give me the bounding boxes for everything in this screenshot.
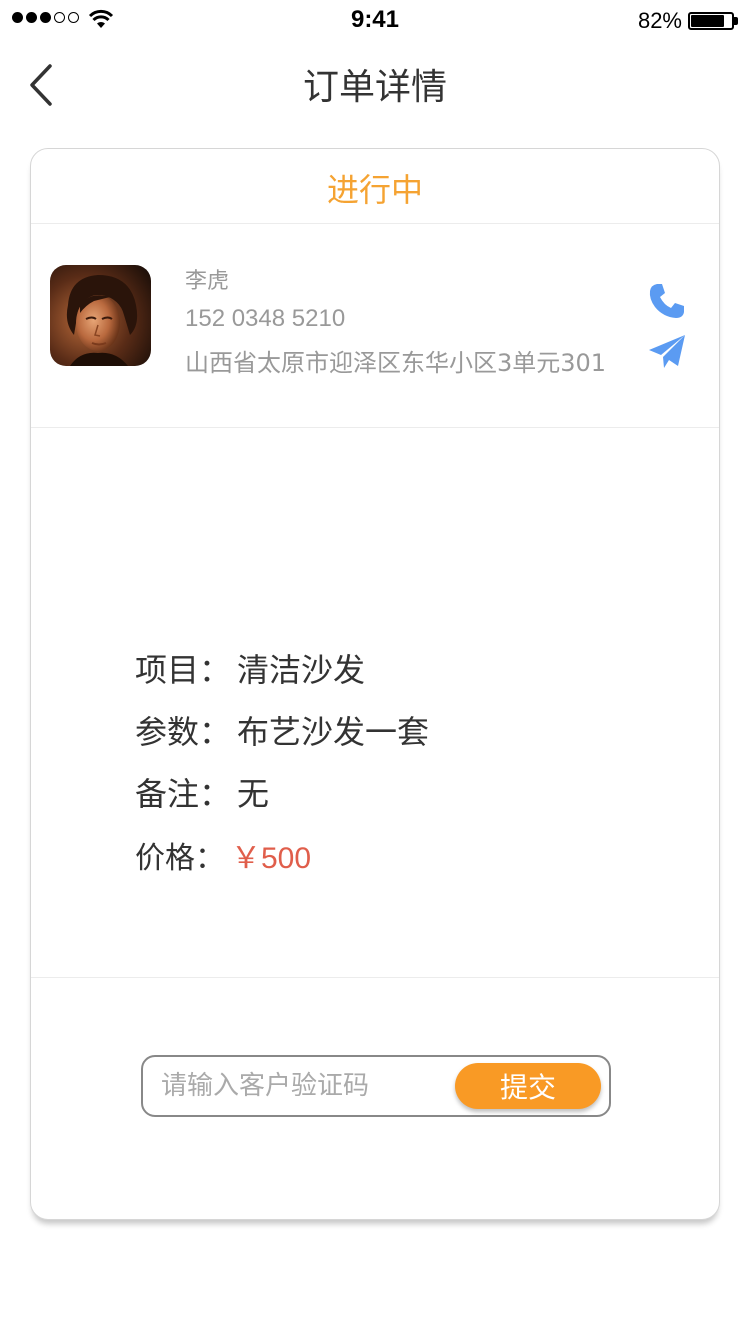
detail-value: 布艺沙发一套 <box>237 713 430 751</box>
send-message-icon[interactable] <box>647 333 687 371</box>
divider <box>31 427 719 428</box>
order-card: 进行中 李虎 152 0348 5210 山西省太原市迎泽区东华小区3单元301… <box>30 148 720 1220</box>
submit-button[interactable]: 提交 <box>455 1063 601 1109</box>
detail-price: 价格： ￥500 <box>135 833 311 877</box>
battery-percent: 82% <box>637 8 682 33</box>
status-bar: 9:41 82% <box>0 0 750 40</box>
battery-icon <box>688 12 738 30</box>
detail-key: 备注： <box>135 775 232 813</box>
divider <box>31 977 719 978</box>
detail-notes: 备注：无 <box>135 769 269 815</box>
verify-code-box: 提交 <box>141 1055 611 1117</box>
avatar <box>50 265 151 366</box>
detail-key: 参数： <box>135 713 232 751</box>
detail-params: 参数： 布艺沙发一套 <box>135 707 429 753</box>
customer-name: 李虎 <box>185 269 230 294</box>
page-title: 订单详情 <box>302 67 447 108</box>
detail-project: 项目： 清洁沙发 <box>135 645 365 691</box>
customer-phone: 152 0348 5210 <box>185 305 346 332</box>
customer-address: 山西省太原市迎泽区东华小区3单元301 <box>185 349 607 377</box>
detail-value: 无 <box>237 775 270 813</box>
detail-key: 项目： <box>135 651 232 689</box>
order-status: 进行中 <box>326 171 423 209</box>
verify-code-input[interactable] <box>159 1065 449 1107</box>
price-value: ￥500 <box>231 842 312 875</box>
phone-call-icon[interactable] <box>647 281 687 321</box>
price-key: 价格： <box>135 841 225 876</box>
detail-value: 清洁沙发 <box>237 651 366 689</box>
divider <box>31 223 719 224</box>
